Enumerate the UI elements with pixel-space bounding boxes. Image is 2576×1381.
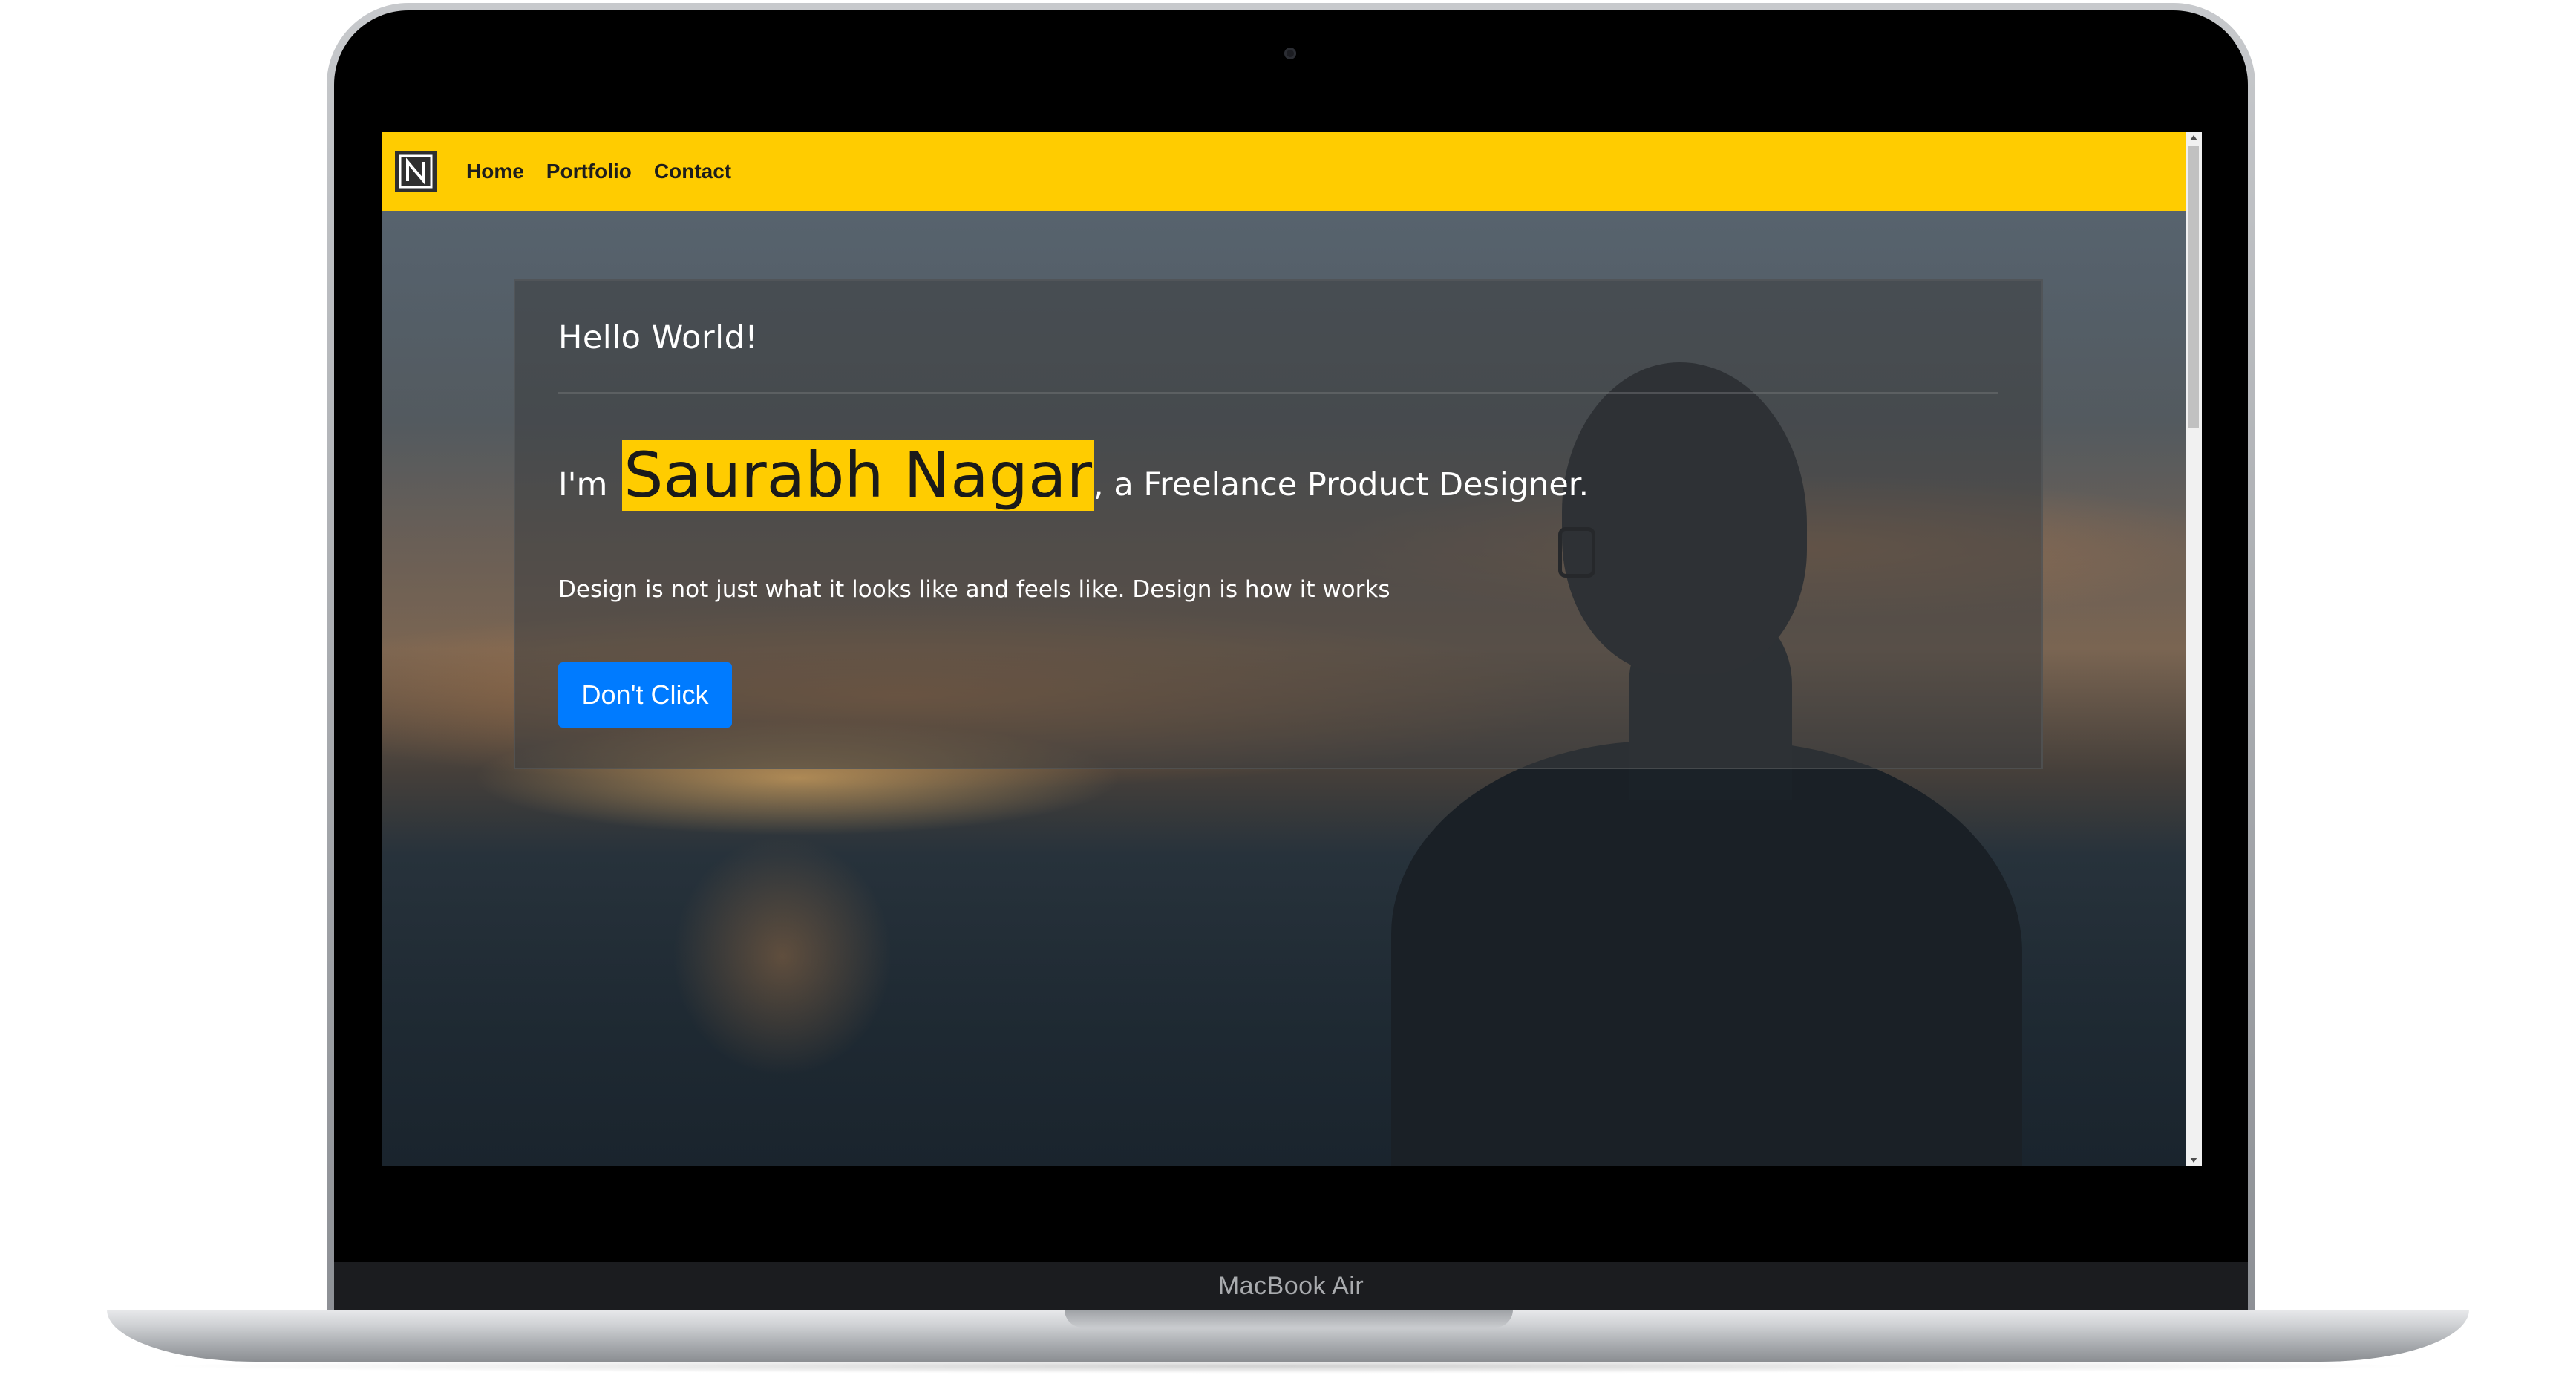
top-navbar: Home Portfolio Contact	[382, 132, 2186, 211]
scrollbar-thumb[interactable]	[2188, 146, 2199, 428]
nav-link-portfolio[interactable]: Portfolio	[546, 160, 632, 183]
camera-icon	[1284, 48, 1296, 59]
n-logo-glyph	[399, 154, 433, 189]
highlighted-name: Saurabh Nagar	[622, 439, 1094, 512]
headline-prefix: I'm	[558, 466, 618, 503]
laptop-chin: MacBook Air	[334, 1262, 2248, 1310]
headline-suffix: , a Freelance Product Designer.	[1094, 466, 1589, 503]
hero-headline: I'm Saurabh Nagar , a Freelance Product …	[558, 440, 1589, 511]
nav-link-contact[interactable]: Contact	[654, 160, 731, 183]
browser-viewport: Home Portfolio Contact Hello World! I'm …	[382, 132, 2202, 1166]
dont-click-button[interactable]: Don't Click	[558, 662, 732, 728]
person-silhouette-body	[1391, 741, 2022, 1166]
device-mockup: Home Portfolio Contact Hello World! I'm …	[0, 0, 2576, 1381]
hero-tagline: Design is not just what it looks like an…	[558, 576, 1390, 603]
vertical-scrollbar[interactable]	[2186, 132, 2202, 1166]
nav-link-home[interactable]: Home	[466, 160, 524, 183]
model-label: MacBook Air	[1217, 1271, 1364, 1300]
hero-divider	[558, 392, 1998, 394]
hero-greeting: Hello World!	[558, 319, 759, 356]
water-reflection	[627, 838, 938, 1149]
n-logo-icon[interactable]	[395, 151, 437, 192]
lid-opening-notch	[1065, 1310, 1513, 1328]
scroll-up-arrow-icon[interactable]	[2190, 135, 2197, 140]
scroll-down-arrow-icon[interactable]	[2190, 1158, 2197, 1163]
hero-card: Hello World! I'm Saurabh Nagar , a Freel…	[514, 279, 2043, 769]
